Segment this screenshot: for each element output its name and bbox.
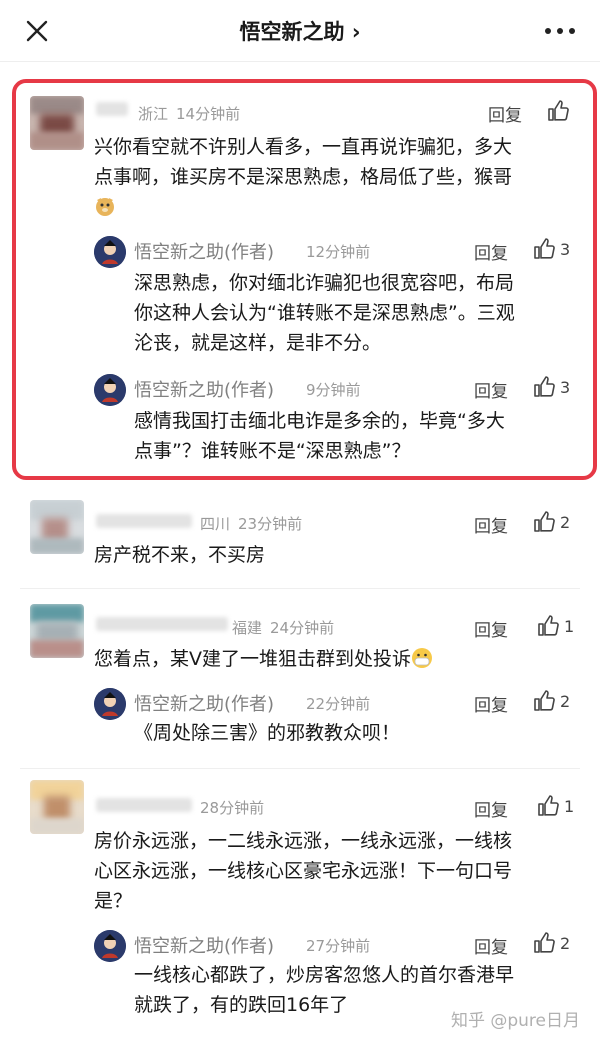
thumbs-up-icon [534,376,555,397]
like-button[interactable]: 3 [532,237,570,261]
comment-meta: 浙江 14分钟前 [138,103,240,124]
divider [20,588,580,589]
like-button[interactable]: 3 [532,375,570,399]
timestamp: 23分钟前 [238,515,303,533]
reply-text: 《周处除三害》的邪教教众呗！ [134,722,401,744]
like-button[interactable]: 1 [536,614,574,638]
like-button[interactable] [546,99,574,123]
like-count: 2 [560,512,571,532]
author-avatar[interactable] [94,374,126,406]
author-name[interactable]: 悟空新之助(作者) [134,376,274,402]
like-count: 1 [564,616,575,636]
author-name[interactable]: 悟空新之助(作者) [134,932,274,958]
timestamp: 12分钟前 [306,243,371,261]
username-blurred [96,514,192,528]
comment-text: 兴你看空就不许别人看多，一直再说诈骗犯，多大 点事啊，谁买房不是深思熟虑，格局低… [94,132,584,222]
username-blurred [96,102,128,116]
mask-emoji-icon [412,648,432,668]
author-name[interactable]: 悟空新之助(作者) [134,238,274,264]
like-count: 2 [560,691,571,711]
location: 浙江 [138,105,169,123]
timestamp: 22分钟前 [306,695,371,713]
page-title[interactable]: 悟空新之助 › [0,16,600,46]
thumbs-up-icon [534,511,555,532]
thumbs-up-icon [538,615,559,636]
reply-button[interactable]: 回复 [474,691,508,716]
timestamp: 28分钟前 [200,799,265,817]
like-count: 2 [560,933,571,953]
author-avatar[interactable] [94,930,126,962]
comment-meta: 四川 23分钟前 [200,513,302,534]
reply-button[interactable]: 回复 [474,616,508,641]
comment-text: 您着点，某V建了一堆狙击群到处投诉 [94,644,584,674]
more-icon[interactable] [542,24,578,38]
timestamp: 9分钟前 [306,381,361,399]
location: 福建 [232,619,263,637]
reply-text: 感情我国打击缅北电诈是多余的，毕竟“多大 点事”？谁转账不是“深思熟虑”？ [134,410,505,462]
comment-text: 房价永远涨，一二线永远涨，一线永远涨，一线核 心区永远涨，一线核心区豪宅永远涨！… [94,830,513,912]
timestamp: 27分钟前 [306,937,371,955]
doge-emoji-icon [96,198,114,216]
author-avatar[interactable] [94,236,126,268]
like-button[interactable]: 1 [536,794,574,818]
timestamp: 14分钟前 [176,105,241,123]
reply-button[interactable]: 回复 [474,933,508,958]
reply-button[interactable]: 回复 [474,239,508,264]
reply-button[interactable]: 回复 [474,796,508,821]
author-avatar[interactable] [94,688,126,720]
username-blurred [96,617,228,631]
avatar[interactable] [30,500,84,554]
thumbs-up-icon [538,795,559,816]
avatar[interactable] [30,96,84,150]
comment-meta: 福建 24分钟前 [232,617,334,638]
watermark: 知乎 @pure日月 [450,1011,580,1031]
like-count: 1 [564,796,575,816]
like-button[interactable]: 2 [532,510,570,534]
location: 四川 [200,515,231,533]
reply-button[interactable]: 回复 [474,377,508,402]
like-button[interactable]: 2 [532,689,570,713]
like-button[interactable]: 2 [532,931,570,955]
author-name[interactable]: 悟空新之助(作者) [134,690,274,716]
timestamp: 24分钟前 [270,619,335,637]
thumbs-up-icon [534,932,555,953]
username-blurred [96,798,192,812]
like-count: 3 [560,377,571,397]
divider [20,768,580,769]
comment-meta: 28分钟前 [200,797,264,818]
top-bar: 悟空新之助 › [0,0,600,62]
avatar[interactable] [30,604,84,658]
thumbs-up-icon [548,100,569,121]
avatar[interactable] [30,780,84,834]
thumbs-up-icon [534,238,555,259]
reply-button[interactable]: 回复 [488,101,522,126]
reply-button[interactable]: 回复 [474,512,508,537]
comment-text: 房产税不来，不买房 [94,544,266,566]
like-count: 3 [560,239,571,259]
reply-text: 深思熟虑，你对缅北诈骗犯也很宽容吧，布局 你这种人会认为“谁转账不是深思熟虑”。… [134,272,515,354]
thumbs-up-icon [534,690,555,711]
